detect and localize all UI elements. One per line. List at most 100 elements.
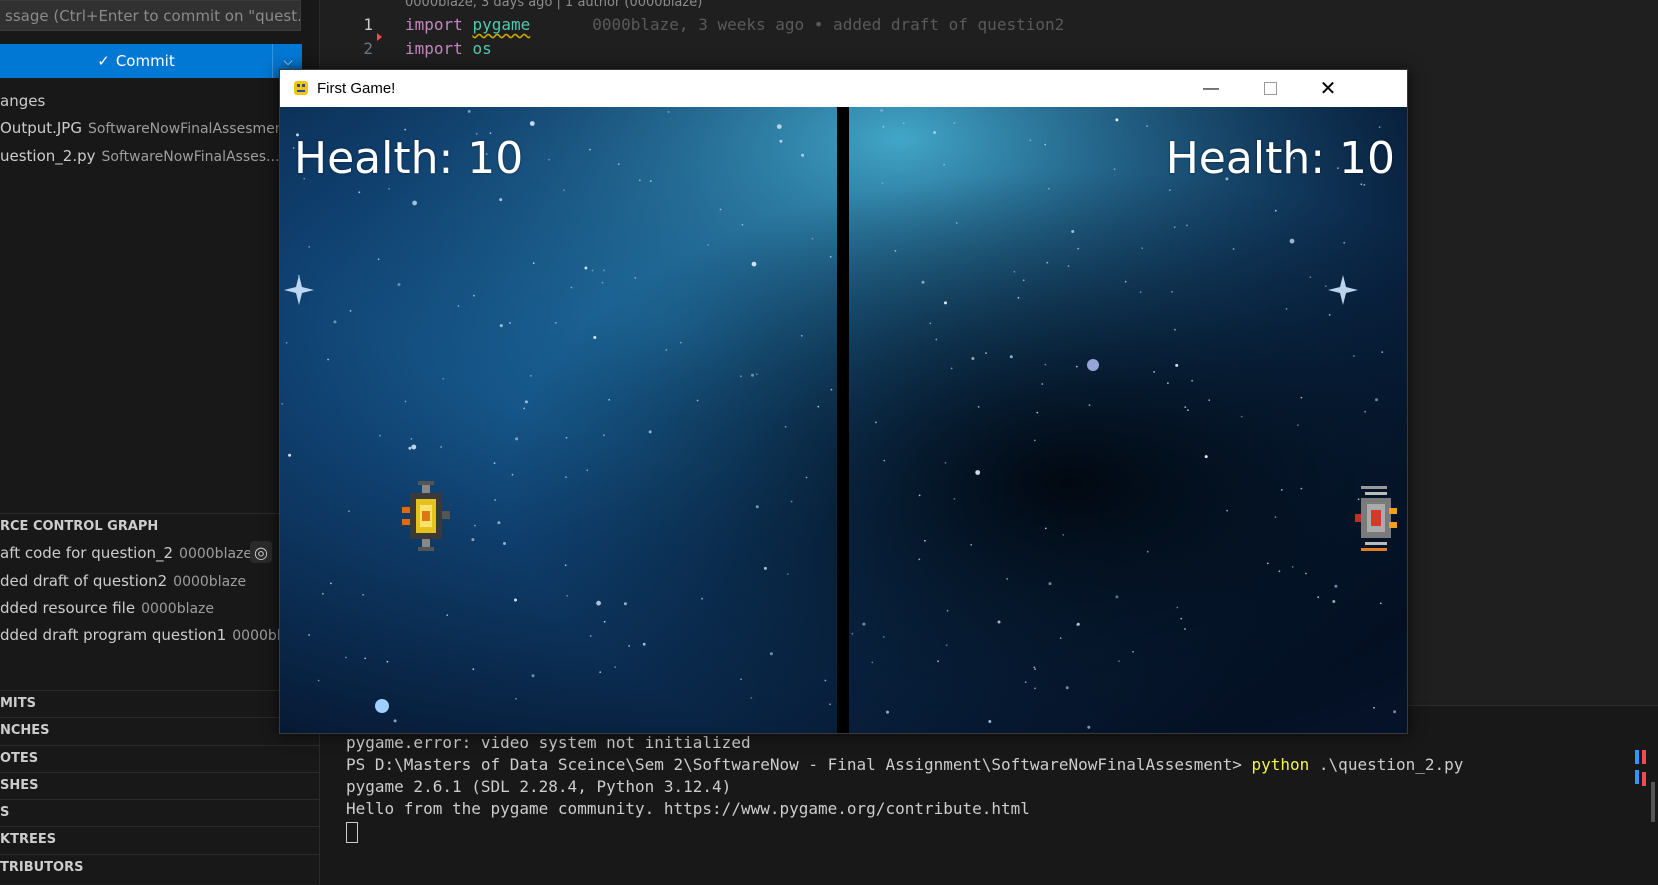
star: [1115, 118, 1119, 122]
star: [589, 635, 592, 637]
graph-commit-item[interactable]: aft code for question_2 0000blaze: [0, 540, 252, 566]
star: [719, 208, 722, 211]
star: [1167, 382, 1169, 385]
commit-button[interactable]: ✓ Commit: [0, 44, 272, 78]
graph-commit-item[interactable]: ded draft of question2 0000blaze: [0, 568, 246, 594]
star: [503, 542, 506, 545]
star: [596, 600, 601, 606]
star: [824, 679, 827, 682]
star: [1113, 168, 1116, 171]
close-button[interactable]: ✕: [1299, 70, 1357, 107]
remotes-section-header[interactable]: OTES: [0, 745, 319, 772]
star: [317, 679, 320, 682]
star: [921, 280, 925, 284]
terminal-prompt-line: PS D:\Masters of Data Sceince\Sem 2\Soft…: [346, 754, 1463, 776]
star: [408, 446, 412, 450]
code-line[interactable]: 2 import os: [320, 37, 1658, 61]
contributors-section-header[interactable]: TRIBUTORS: [0, 854, 319, 881]
stashes-section-header[interactable]: SHES: [0, 772, 319, 799]
star: [881, 182, 884, 184]
star: [875, 421, 877, 424]
codelens-blame[interactable]: 0000blaze, 3 days ago | 1 author (0000bl…: [405, 0, 702, 10]
star: [977, 406, 980, 408]
star: [440, 446, 442, 448]
branches-section-header[interactable]: NCHES: [0, 717, 319, 744]
star: [548, 158, 551, 161]
terminal-cursor-line[interactable]: [346, 821, 358, 843]
star: [1115, 595, 1119, 599]
star: [1364, 410, 1366, 413]
star: [953, 498, 956, 500]
commit-label: Commit: [115, 52, 175, 70]
star: [1088, 404, 1091, 406]
commit-message: aft code for question_2: [0, 544, 174, 562]
star: [362, 593, 364, 596]
module-name: pygame: [472, 15, 531, 34]
star: [1180, 617, 1183, 620]
star: [918, 558, 921, 561]
worktrees-section-header[interactable]: KTREES: [0, 826, 319, 853]
pygame-window[interactable]: First Game! — ✕ Health: 10 Health: 10: [279, 69, 1408, 734]
star: [599, 671, 602, 674]
star: [515, 697, 517, 700]
maximize-button[interactable]: [1241, 70, 1299, 107]
star: [1034, 687, 1036, 690]
star: [617, 163, 620, 166]
star: [1033, 666, 1036, 669]
keyword: import: [405, 15, 463, 34]
star: [943, 163, 945, 166]
star: [648, 430, 652, 434]
commit-message-input[interactable]: ssage (Ctrl+Enter to commit on "quest...: [0, 0, 301, 31]
minimize-button[interactable]: —: [1182, 70, 1240, 107]
star: [586, 469, 589, 472]
star: [608, 398, 611, 401]
star: [953, 122, 956, 124]
terminal-error-line: pygame.error: video system not initializ…: [346, 733, 751, 752]
star: [1363, 184, 1366, 186]
code-line[interactable]: 1 import pygame 0000blaze, 3 weeks ago • …: [320, 13, 1658, 37]
star: [563, 189, 565, 192]
star: [1208, 399, 1211, 402]
star: [970, 543, 973, 546]
star: [1184, 406, 1187, 408]
star: [1146, 125, 1148, 127]
star: [955, 222, 958, 224]
star: [1044, 143, 1047, 146]
star: [1305, 572, 1307, 575]
file-name: Output.JPG: [0, 119, 82, 137]
graph-commit-item[interactable]: dded resource file 0000blaze: [0, 595, 214, 621]
changes-header[interactable]: anges: [0, 88, 45, 114]
source-control-graph-header[interactable]: RCE CONTROL GRAPH: [0, 513, 319, 540]
center-divider: [837, 107, 849, 733]
change-item[interactable]: Output.JPG SoftwareNowFinalAssesment: [0, 115, 289, 141]
star: [1375, 398, 1378, 402]
file-name: uestion_2.py: [0, 147, 96, 165]
star: [1328, 314, 1331, 316]
star: [515, 437, 519, 441]
star: [1381, 351, 1384, 353]
commits-section-header[interactable]: MITS: [0, 690, 319, 717]
star: [1146, 550, 1149, 553]
star: [554, 322, 557, 324]
change-item[interactable]: uestion_2.pySoftwareNowFinalAsses...1: [0, 143, 297, 169]
star: [397, 283, 401, 286]
left-health-text: Health: 10: [294, 133, 524, 184]
window-title: First Game!: [317, 80, 396, 97]
star: [1378, 126, 1381, 128]
game-canvas[interactable]: Health: 10 Health: 10: [280, 107, 1407, 733]
star: [638, 179, 641, 182]
changes-header-label: anges: [0, 92, 46, 110]
star: [1087, 725, 1091, 729]
star: [1353, 355, 1355, 357]
star: [740, 375, 742, 378]
star: [308, 246, 311, 248]
inline-blame: 0000blaze, 3 weeks ago • added draft of …: [592, 15, 1065, 34]
star: [886, 710, 889, 714]
target-icon[interactable]: ◎: [250, 541, 272, 563]
star: [499, 324, 503, 328]
commit-author: 0000blaze: [179, 546, 252, 562]
tags-section-header[interactable]: S: [0, 799, 319, 826]
star: [945, 644, 948, 647]
window-titlebar[interactable]: First Game! — ✕: [280, 70, 1407, 107]
graph-commit-item[interactable]: dded draft program question1 0000blaz: [0, 622, 297, 648]
